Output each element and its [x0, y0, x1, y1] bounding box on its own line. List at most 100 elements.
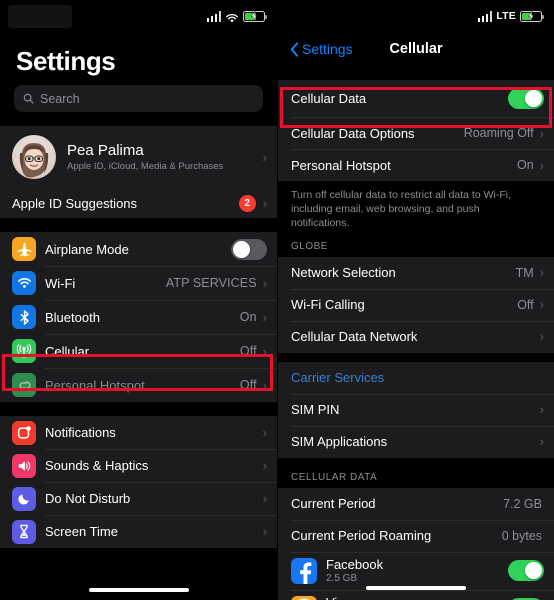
- sidebar-item-label: Bluetooth: [45, 309, 100, 325]
- search-input[interactable]: Search: [14, 85, 263, 112]
- row-label: SIM PIN: [291, 402, 340, 418]
- facebook-icon: [291, 557, 317, 584]
- app-toggle-facebook[interactable]: [508, 560, 544, 582]
- search-icon: [23, 93, 34, 104]
- chevron-right-icon: ›: [539, 125, 544, 141]
- sim-pin-row[interactable]: SIM PIN ›: [278, 393, 554, 426]
- cellular-data-section-header: CELLULAR DATA: [291, 471, 378, 483]
- moon-icon: [12, 486, 36, 511]
- sidebar-item-label: Sounds & Haptics: [45, 458, 149, 473]
- right-status-bar: LTE: [278, 0, 554, 32]
- network-selection-row[interactable]: Network Selection TM ›: [278, 256, 554, 289]
- chevron-right-icon: ›: [262, 524, 267, 539]
- row-label: Wi-Fi Calling: [291, 297, 365, 313]
- page-title: Settings: [16, 46, 116, 76]
- cellular-data-network-row[interactable]: Cellular Data Network ›: [278, 320, 554, 353]
- app-name: Viu: [326, 595, 508, 600]
- chevron-right-icon: ›: [262, 309, 267, 325]
- cellular-data-row[interactable]: Cellular Data: [278, 80, 554, 117]
- navigation-bar: Settings Cellular: [278, 32, 554, 66]
- sidebar-item-label: Screen Time: [45, 524, 118, 539]
- sidebar-item-airplane-mode[interactable]: Airplane Mode: [0, 232, 277, 266]
- row-label: Cellular Data Options: [291, 125, 415, 141]
- sidebar-item-bluetooth[interactable]: Bluetooth On ›: [0, 300, 277, 334]
- sidebar-item-label: Personal Hotspot: [45, 377, 145, 393]
- wifi-icon: [225, 11, 239, 22]
- notifications-icon: [12, 420, 36, 445]
- chevron-right-icon: ›: [539, 329, 544, 345]
- sim-applications-row[interactable]: SIM Applications ›: [278, 425, 554, 458]
- globe-group: Network Selection TM › Wi-Fi Calling Off…: [278, 256, 554, 353]
- app-name: Facebook: [326, 557, 384, 573]
- sidebar-item-notifications[interactable]: Notifications ›: [0, 416, 277, 449]
- signal-bars-icon: [206, 10, 221, 22]
- sidebar-item-value: ATP SERVICES: [165, 276, 257, 290]
- cellular-data-group: Cellular Data Cellular Data Options Roam…: [278, 80, 554, 181]
- sidebar-item-sounds-haptics[interactable]: Sounds & Haptics ›: [0, 449, 277, 482]
- chevron-right-icon: ›: [262, 195, 267, 211]
- battery-charging-icon: [520, 10, 544, 22]
- status-badge: 2: [238, 194, 256, 212]
- globe-section-header: GLOBE: [291, 240, 328, 252]
- row-label: Network Selection: [291, 265, 396, 281]
- sidebar-item-label: Wi-Fi: [45, 275, 76, 291]
- row-label: SIM Applications: [291, 434, 388, 450]
- signal-bars-icon: [477, 10, 493, 22]
- left-phone-panel: Settings Search Pea Palima Apple ID, iCl…: [0, 0, 277, 600]
- sidebar-item-personal-hotspot[interactable]: Personal Hotspot Off ›: [0, 368, 277, 402]
- chevron-right-icon: ›: [262, 149, 267, 165]
- hourglass-icon: [12, 519, 36, 544]
- row-label: Personal Hotspot: [291, 157, 391, 173]
- account-group: Pea Palima Apple ID, iCloud, Media & Pur…: [0, 126, 277, 218]
- app-usage-row-facebook[interactable]: Facebook 2.5 GB: [278, 551, 554, 590]
- notch: [8, 5, 72, 28]
- sidebar-item-screen-time[interactable]: Screen Time ›: [0, 515, 277, 548]
- row-value: Off: [517, 297, 534, 312]
- chevron-right-icon: ›: [262, 425, 267, 440]
- row-value: On: [516, 158, 534, 172]
- network-type-label: LTE: [496, 10, 516, 22]
- sidebar-item-wifi[interactable]: Wi-Fi ATP SERVICES ›: [0, 266, 277, 300]
- back-button[interactable]: Settings: [290, 41, 353, 57]
- search-placeholder: Search: [40, 91, 80, 106]
- connectivity-group: Airplane Mode Wi-Fi ATP SERVICES › Bluet…: [0, 232, 277, 402]
- cellular-data-toggle[interactable]: [508, 88, 544, 109]
- chevron-right-icon: ›: [262, 491, 267, 506]
- carrier-services-label: Carrier Services: [291, 370, 385, 386]
- cellular-data-options-row[interactable]: Cellular Data Options Roaming Off ›: [278, 117, 554, 149]
- chevron-right-icon: ›: [539, 265, 544, 281]
- left-status-bar: [0, 0, 277, 32]
- apple-id-suggestions-row[interactable]: Apple ID Suggestions 2 ›: [0, 188, 277, 218]
- wifi-icon: [12, 271, 36, 295]
- row-label: Current Period Roaming: [291, 528, 432, 544]
- personal-hotspot-row[interactable]: Personal Hotspot On ›: [278, 149, 554, 181]
- sidebar-item-value: On: [239, 310, 257, 324]
- row-value: 0 bytes: [501, 528, 542, 543]
- sidebar-item-label: Cellular: [45, 343, 90, 359]
- sidebar-item-do-not-disturb[interactable]: Do Not Disturb ›: [0, 482, 277, 515]
- airplane-mode-toggle[interactable]: [231, 238, 267, 260]
- app-usage-row-viu[interactable]: Viu 1.1 GB: [278, 589, 554, 600]
- cellular-icon: [12, 339, 36, 363]
- sidebar-item-label: Do Not Disturb: [45, 491, 131, 506]
- sounds-icon: [12, 453, 36, 478]
- carrier-group: Carrier Services SIM PIN › SIM Applicati…: [278, 361, 554, 458]
- apple-id-row[interactable]: Pea Palima Apple ID, iCloud, Media & Pur…: [0, 126, 277, 188]
- notifications-group: Notifications › Sounds & Haptics › Do No…: [0, 416, 277, 548]
- wifi-calling-row[interactable]: Wi-Fi Calling Off ›: [278, 288, 554, 321]
- sidebar-item-cellular[interactable]: Cellular Off ›: [0, 334, 277, 368]
- right-phone-panel: LTE Settings Cellular Cellular Data Cell…: [277, 0, 554, 600]
- current-period-roaming-row: Current Period Roaming 0 bytes: [278, 519, 554, 552]
- row-value: Roaming Off: [463, 126, 534, 140]
- viu-icon: [291, 595, 317, 600]
- sidebar-item-value: Off: [239, 378, 257, 392]
- dual-phone-screenshot: Settings Search Pea Palima Apple ID, iCl…: [0, 0, 554, 600]
- chevron-right-icon: ›: [262, 275, 267, 291]
- chevron-right-icon: ›: [539, 402, 544, 418]
- carrier-services-row[interactable]: Carrier Services: [278, 361, 554, 394]
- cellular-data-label: Cellular Data: [291, 91, 367, 106]
- current-period-row: Current Period 7.2 GB: [278, 487, 554, 520]
